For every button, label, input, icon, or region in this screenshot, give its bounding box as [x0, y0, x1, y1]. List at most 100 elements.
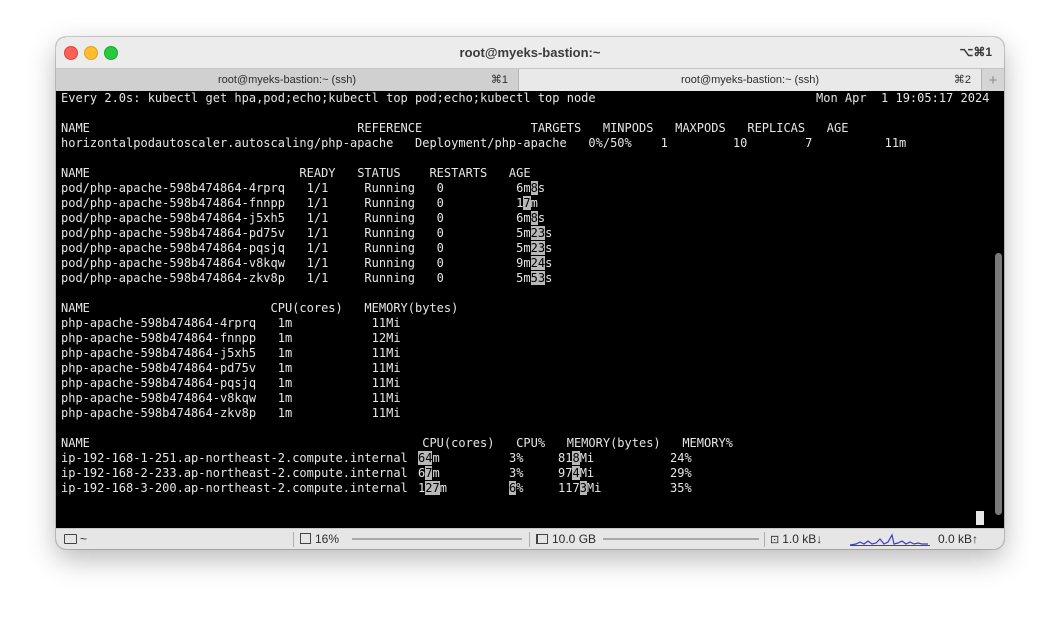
new-tab-button[interactable]: + [982, 69, 1004, 91]
pod-row-text: pod/php-apache-598b474864-zkv8p 1/1 Runn… [61, 271, 531, 285]
pod-age-highlight: 24 [530, 256, 546, 270]
maximize-window-button[interactable] [104, 46, 118, 60]
pod-age-highlight: 23 [530, 241, 546, 255]
status-bar: ~ 16% 10.0 GB ⊡ 1.0 kB↓ 0.0 kB↑ [56, 528, 1004, 549]
terminal-window: root@myeks-bastion:~ ⌥⌘1 root@myeks-bast… [56, 37, 1004, 549]
pod-row: pod/php-apache-598b474864-v8kqw 1/1 Runn… [61, 256, 552, 271]
tab-2-shortcut: ⌘2 [953, 74, 971, 86]
node-cpu-percent-text: % [516, 481, 524, 495]
tab-2[interactable]: root@myeks-bastion:~ (ssh) ⌘2 [519, 69, 982, 91]
node-memory-text: 81 [558, 451, 573, 465]
pod-row-text: pod/php-apache-598b474864-4rprq 1/1 Runn… [61, 181, 531, 195]
tab-2-label: root@myeks-bastion:~ (ssh) [680, 74, 819, 86]
top-pod-row: php-apache-598b474864-j5xh5 1m 11Mi [61, 346, 401, 360]
node-name: ip-192-168-1-251.ap-northeast-2.compute.… [61, 451, 408, 465]
tab-1-shortcut: ⌘1 [490, 74, 508, 86]
top-pod-row: php-apache-598b474864-v8kqw 1m 11Mi [61, 391, 401, 405]
watch-command: Every 2.0s: kubectl get hpa,pod;echo;kub… [61, 91, 596, 105]
network-graph [850, 533, 930, 546]
pod-row-text: pod/php-apache-598b474864-fnnpp 1/1 Runn… [61, 196, 524, 210]
status-net-down-value: 1.0 kB↓ [782, 532, 823, 546]
node-cpu-percent-text: 3% [509, 466, 524, 480]
node-memory-percent: 24% [670, 451, 692, 465]
cpu-icon [300, 533, 311, 544]
status-cpu-value: 16% [315, 532, 340, 546]
close-window-button[interactable] [64, 46, 78, 60]
memory-graph [603, 538, 759, 540]
minimize-window-button[interactable] [84, 46, 98, 60]
node-cpu-text: m [432, 466, 440, 480]
node-cpu: 127m [418, 481, 447, 496]
status-net-down: ⊡ 1.0 kB↓ [770, 532, 822, 546]
network-icon: ⊡ [770, 534, 780, 546]
terminal-output[interactable]: Every 2.0s: kubectl get hpa,pod;echo;kub… [56, 91, 1004, 528]
pod-row-text: pod/php-apache-598b474864-pqsjq 1/1 Runn… [61, 241, 531, 255]
node-cpu-percent-text: 3% [509, 451, 524, 465]
status-dir[interactable]: ~ [64, 532, 87, 546]
pod-age-suffix: s [545, 256, 553, 270]
node-memory: 1173Mi [558, 481, 601, 496]
scrollbar-thumb[interactable] [995, 253, 1002, 515]
pod-age-highlight: 23 [530, 226, 546, 240]
pod-row-text: pod/php-apache-598b474864-pd75v 1/1 Runn… [61, 226, 531, 240]
node-cpu: 64m [418, 451, 440, 466]
window-shortcut: ⌥⌘1 [959, 45, 992, 59]
node-cpu-text: m [432, 451, 440, 465]
top-pod-row: php-apache-598b474864-fnnpp 1m 12Mi [61, 331, 401, 345]
memory-icon [536, 534, 548, 544]
pods-header: NAME READY STATUS RESTARTS AGE [61, 166, 531, 180]
top-pod-row: php-apache-598b474864-pd75v 1m 11Mi [61, 361, 401, 375]
pod-age-highlight: 8 [530, 181, 538, 195]
node-cpu-text: m [439, 481, 447, 495]
tab-bar: root@myeks-bastion:~ (ssh) ⌘1 root@myeks… [56, 68, 1004, 92]
status-dir-label: ~ [80, 532, 88, 546]
pod-age-suffix: m [530, 196, 538, 210]
pod-age-suffix: s [545, 226, 553, 240]
pod-row-text: pod/php-apache-598b474864-j5xh5 1/1 Runn… [61, 211, 531, 225]
pod-age-highlight: 7 [523, 196, 531, 210]
cpu-graph [352, 538, 522, 540]
node-memory-text: Mi [579, 466, 595, 480]
pod-row: pod/php-apache-598b474864-pqsjq 1/1 Runn… [61, 241, 552, 256]
hpa-header: NAME REFERENCE TARGETS MINPODS MAXPODS R… [61, 121, 849, 135]
pod-age-suffix: s [545, 271, 553, 285]
status-divider [529, 532, 530, 547]
pod-age-highlight: 53 [530, 271, 546, 285]
tab-1[interactable]: root@myeks-bastion:~ (ssh) ⌘1 [56, 69, 519, 91]
watch-timestamp: Mon Apr 1 19:05:17 2024 [816, 91, 990, 105]
node-name: ip-192-168-3-200.ap-northeast-2.compute.… [61, 481, 408, 495]
top-pod-row: php-apache-598b474864-pqsjq 1m 11Mi [61, 376, 401, 390]
node-memory-text: Mi [579, 451, 595, 465]
terminal-cursor [976, 511, 984, 525]
folder-icon [64, 534, 77, 544]
node-memory-highlight: 3 [579, 481, 587, 495]
status-memory-value: 10.0 GB [552, 532, 597, 546]
pod-age-suffix: s [537, 211, 546, 225]
node-memory-text: Mi [586, 481, 602, 495]
node-memory-percent: 35% [670, 481, 692, 495]
node-cpu-percent: 6% [509, 481, 523, 496]
top-pod-row: php-apache-598b474864-zkv8p 1m 11Mi [61, 406, 401, 420]
top-node-header: NAME CPU(cores) CPU% MEMORY(bytes) MEMOR… [61, 436, 733, 450]
top-pod-row: php-apache-598b474864-4rprq 1m 11Mi [61, 316, 401, 330]
status-divider [293, 532, 294, 547]
node-memory-percent: 29% [670, 466, 692, 480]
pod-row: pod/php-apache-598b474864-pd75v 1/1 Runn… [61, 226, 552, 241]
status-divider [764, 532, 765, 547]
hpa-row: horizontalpodautoscaler.autoscaling/php-… [61, 136, 907, 150]
pod-age-suffix: s [545, 241, 553, 255]
node-cpu: 67m [418, 466, 440, 481]
node-cpu-percent: 3% [509, 451, 523, 466]
node-name: ip-192-168-2-233.ap-northeast-2.compute.… [61, 466, 408, 480]
window-title: root@myeks-bastion:~ [459, 45, 601, 60]
status-memory: 10.0 GB [536, 532, 596, 546]
node-memory-highlight: 4 [572, 466, 580, 480]
pod-row: pod/php-apache-598b474864-4rprq 1/1 Runn… [61, 181, 545, 196]
status-cpu: 16% [300, 532, 339, 546]
pod-row: pod/php-apache-598b474864-fnnpp 1/1 Runn… [61, 196, 538, 211]
node-cpu-percent: 3% [509, 466, 523, 481]
pod-row: pod/php-apache-598b474864-zkv8p 1/1 Runn… [61, 271, 552, 286]
node-memory-text: 117 [558, 481, 580, 495]
top-pod-header: NAME CPU(cores) MEMORY(bytes) [61, 301, 459, 315]
pod-row: pod/php-apache-598b474864-j5xh5 1/1 Runn… [61, 211, 545, 226]
